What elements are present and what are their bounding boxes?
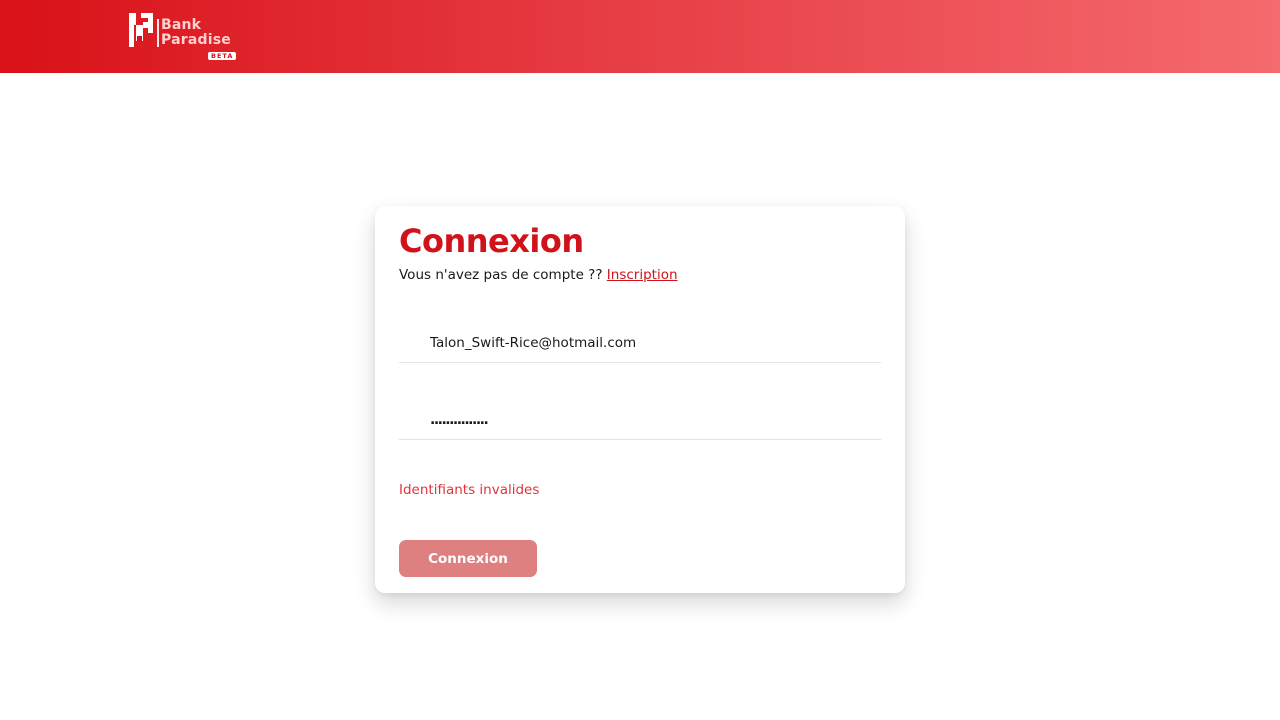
error-message: Identifiants invalides — [399, 482, 540, 498]
login-submit-button[interactable]: Connexion — [399, 540, 537, 577]
beta-badge: BETA — [208, 52, 237, 60]
brand-name: Bank Paradise — [161, 18, 231, 48]
password-field — [399, 400, 881, 440]
login-title: Connexion — [399, 222, 584, 260]
email-input[interactable] — [399, 323, 881, 362]
brand-line-2: Paradise — [161, 32, 231, 48]
brand-line-1: Bank — [161, 17, 202, 33]
logo-separator — [157, 19, 159, 47]
logo-mark-icon — [129, 13, 153, 47]
login-card: Connexion Vous n'avez pas de compte ?? I… — [375, 206, 905, 593]
top-header: Bank Paradise BETA — [0, 0, 1280, 73]
signup-prompt: Vous n'avez pas de compte ?? Inscription — [399, 266, 678, 284]
password-input[interactable] — [399, 400, 881, 439]
signup-link[interactable]: Inscription — [607, 267, 678, 283]
signup-prompt-text: Vous n'avez pas de compte ?? — [399, 267, 603, 283]
bank-paradise-logo[interactable]: Bank Paradise BETA — [129, 13, 239, 61]
email-field — [399, 323, 881, 363]
